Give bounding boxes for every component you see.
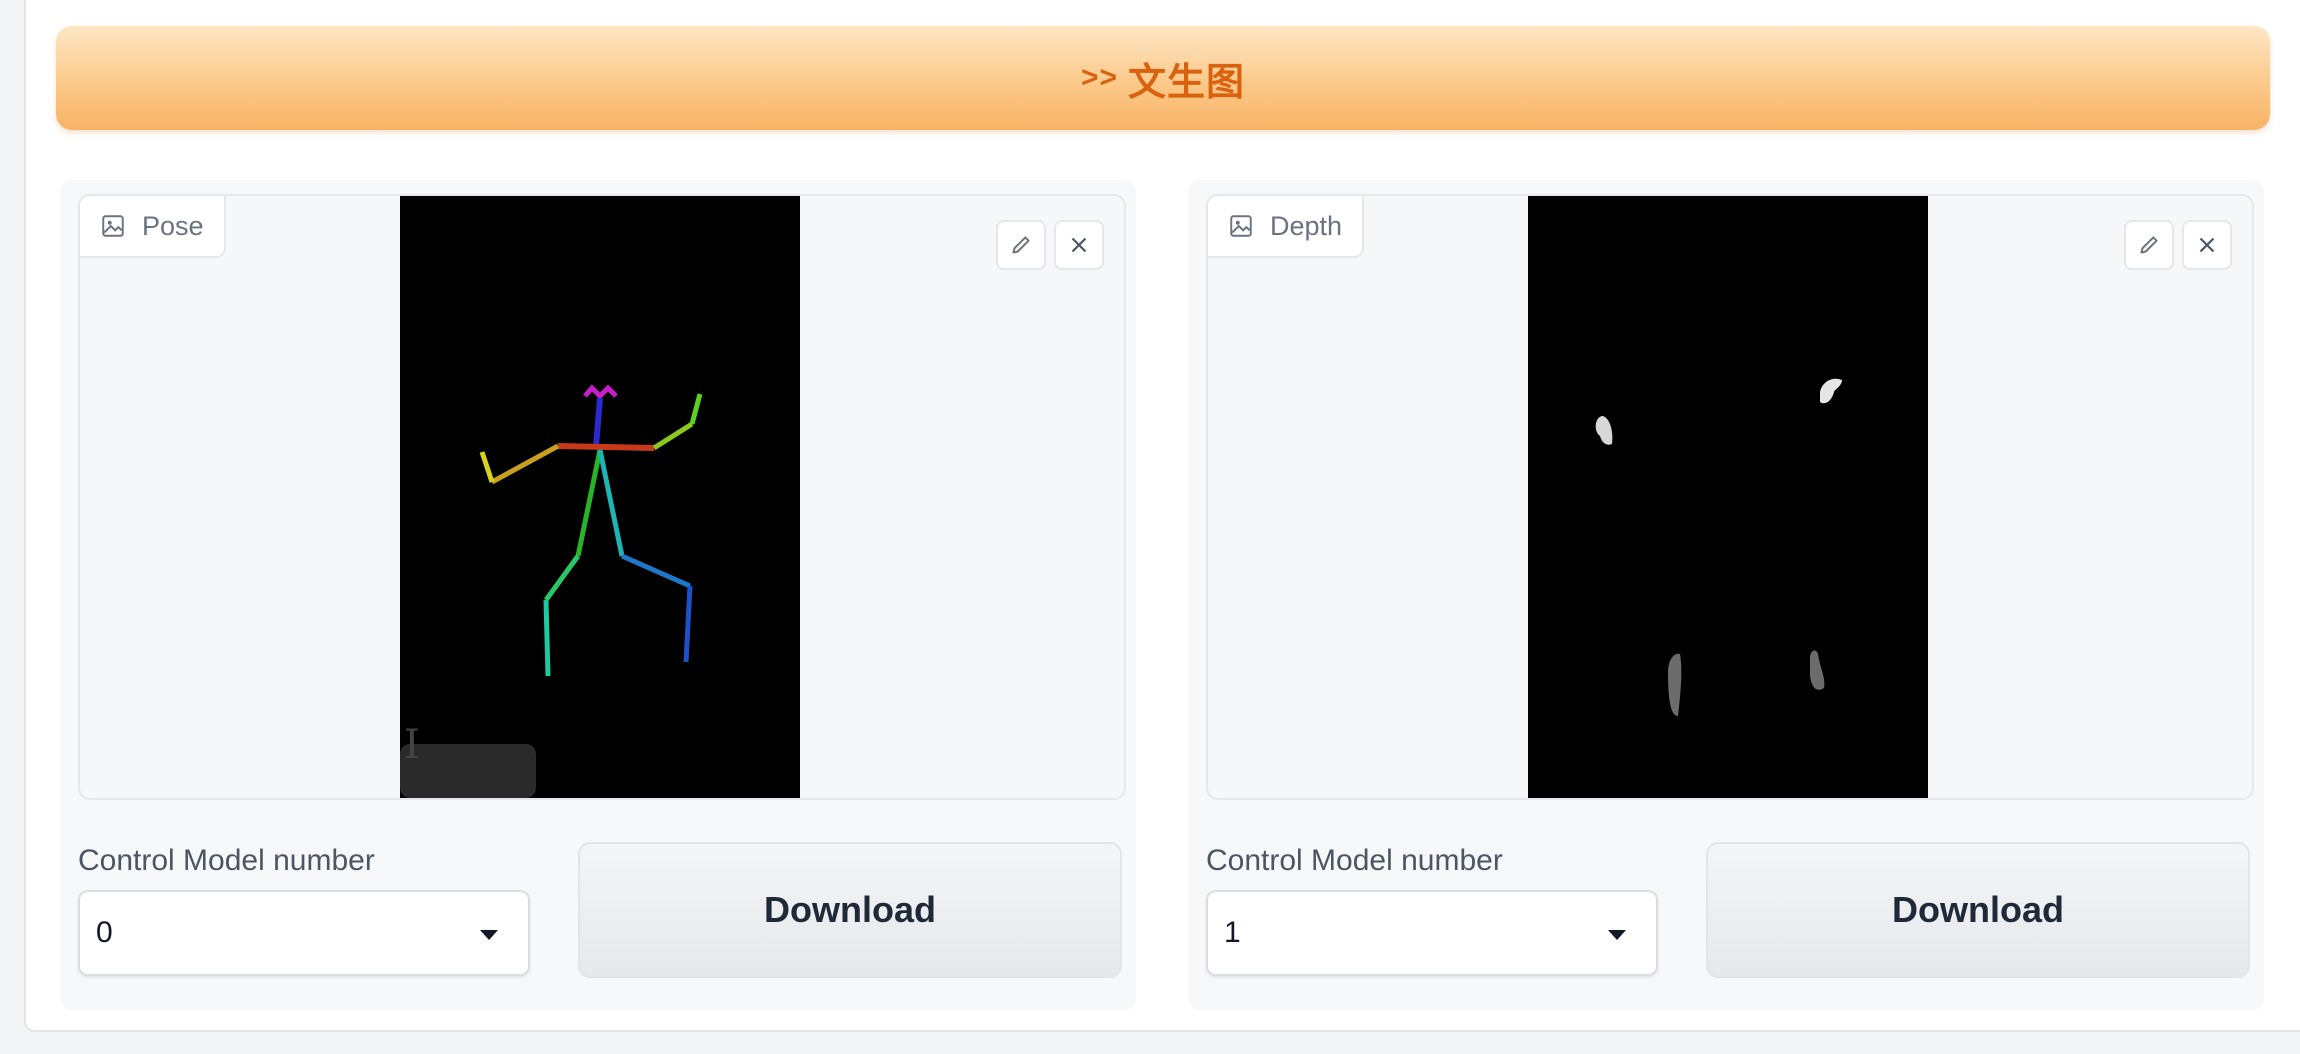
pose-clear-button[interactable] [1054, 220, 1104, 270]
depth-clear-button[interactable] [2182, 220, 2232, 270]
depth-image-label: Depth [1270, 210, 1343, 241]
image-icon [1230, 215, 1252, 237]
depth-image-box[interactable]: Depth [1206, 194, 2254, 800]
control-model-label: Control Model number [78, 844, 375, 877]
depth-preview-image [1528, 196, 1928, 798]
close-icon [2199, 237, 2215, 253]
control-model-dropdown[interactable]: 1 [1206, 890, 1658, 976]
control-model-value: 0 [96, 916, 113, 949]
pose-image-label: Pose [142, 210, 204, 241]
depth-image-tag: Depth [1208, 196, 1365, 258]
chevron-down-icon [1608, 930, 1626, 940]
pose-image-box[interactable]: Pose [78, 194, 1126, 800]
download-button[interactable]: Download [1706, 842, 2250, 978]
download-button[interactable]: Download [578, 842, 1122, 978]
depth-edit-button[interactable] [2124, 220, 2174, 270]
banner-arrows: >> [1080, 61, 1119, 94]
control-model-label: Control Model number [1206, 844, 1503, 877]
pose-edit-button[interactable] [996, 220, 1046, 270]
pencil-icon [1012, 236, 1030, 254]
pose-panel: Pose Control Model number 0 Download [60, 180, 1136, 1010]
pencil-icon [2140, 236, 2158, 254]
pose-preview-image [400, 196, 800, 798]
control-model-dropdown[interactable]: 0 [78, 890, 530, 976]
pose-image-tag: Pose [80, 196, 226, 258]
depth-map-graphic [1595, 378, 1842, 716]
text-cursor-icon: I [404, 722, 420, 768]
depth-panel: Depth Control Model number 1 Download [1188, 180, 2264, 1010]
control-model-value: 1 [1224, 916, 1241, 949]
close-icon [1071, 237, 1087, 253]
pose-skeleton-graphic [400, 384, 703, 798]
txt2img-banner[interactable]: >> 文生图 [56, 26, 2270, 130]
image-icon [102, 215, 124, 237]
chevron-down-icon [480, 930, 498, 940]
banner-title: 文生图 [1128, 61, 1246, 104]
